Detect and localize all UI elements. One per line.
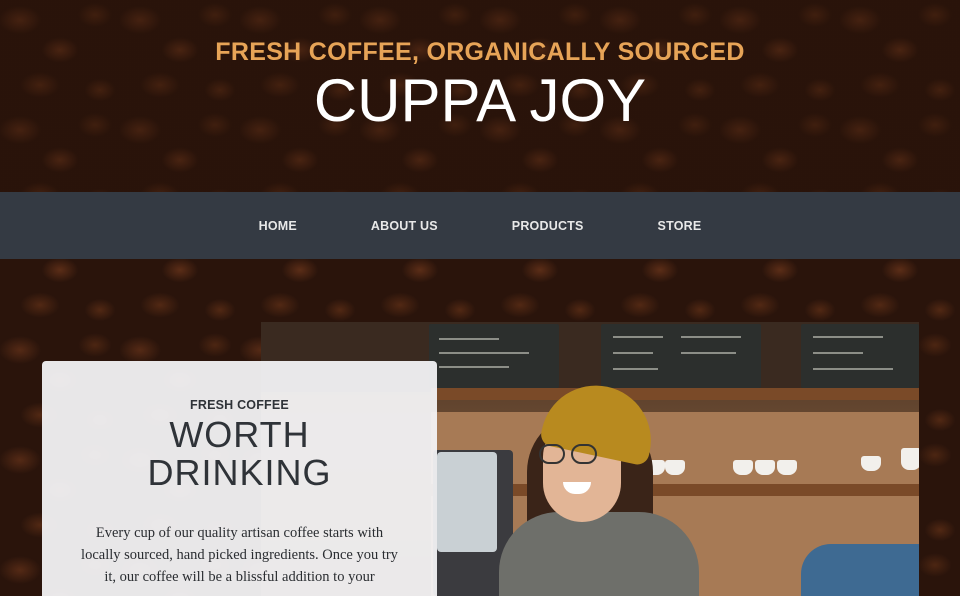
feature-heading-line2: DRINKING — [147, 452, 332, 493]
hero-banner: FRESH COFFEE, ORGANICALLY SOURCED CUPPA … — [0, 0, 960, 192]
feature-heading-line1: WORTH — [169, 414, 310, 455]
site-title[interactable]: CUPPA JOY — [0, 66, 960, 135]
nav-item-products[interactable]: PRODUCTS — [512, 219, 584, 233]
nav-item-store[interactable]: STORE — [658, 219, 702, 233]
menu-chalkboard — [601, 324, 761, 388]
shelf — [431, 388, 919, 400]
feature-body-text: Every cup of our quality artisan coffee … — [81, 525, 398, 585]
hero-tagline: FRESH COFFEE, ORGANICALLY SOURCED — [215, 38, 745, 66]
pos-screen — [437, 452, 497, 552]
main-nav: HOME ABOUT US PRODUCTS STORE — [0, 192, 960, 259]
feature-eyebrow: FRESH COFFEE — [190, 398, 289, 412]
nav-item-home[interactable]: HOME — [259, 219, 297, 233]
feature-card: FRESH COFFEE WORTH DRINKING Every cup of… — [42, 361, 437, 596]
menu-chalkboard — [801, 324, 919, 388]
menu-chalkboard — [429, 324, 559, 388]
nav-item-about-us[interactable]: ABOUT US — [371, 219, 438, 233]
feature-heading: WORTH DRINKING — [42, 416, 437, 492]
